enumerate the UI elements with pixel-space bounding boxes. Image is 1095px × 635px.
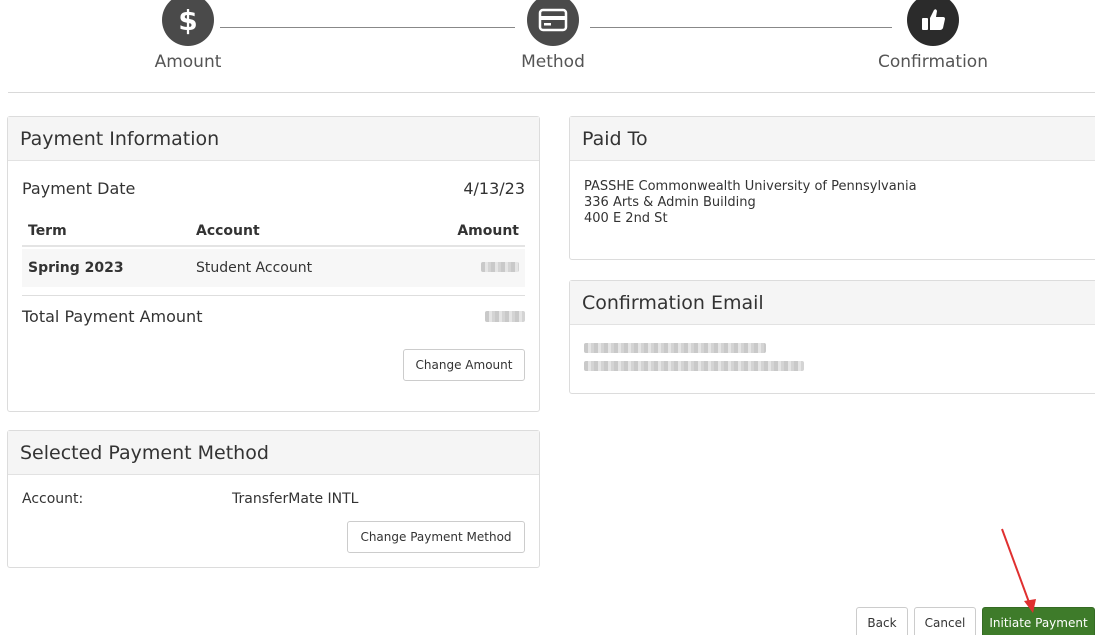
step-method[interactable]: Method	[503, 0, 603, 72]
payee-name: PASSHE Commonwealth University of Pennsy…	[584, 179, 917, 194]
column-header-amount: Amount	[457, 223, 519, 239]
account-cell: Student Account	[196, 260, 313, 276]
panel-title: Paid To	[570, 117, 1095, 161]
panel-title: Confirmation Email	[570, 281, 1095, 325]
email-redacted	[584, 343, 766, 353]
payment-date-label: Payment Date	[22, 179, 136, 198]
svg-text:$: $	[178, 5, 197, 35]
total-payment-row: Total Payment Amount	[22, 307, 525, 326]
thumbs-up-icon	[907, 0, 959, 46]
payment-information-panel: Payment Information Payment Date 4/13/23…	[7, 116, 540, 412]
annotation-arrow-icon	[1001, 528, 1036, 613]
payment-date-row: Payment Date 4/13/23	[22, 179, 525, 198]
payment-date-value: 4/13/23	[463, 179, 525, 198]
term-cell: Spring 2023	[28, 260, 124, 276]
credit-card-icon	[527, 0, 579, 46]
change-amount-button[interactable]: Change Amount	[403, 349, 525, 381]
total-payment-label: Total Payment Amount	[22, 307, 203, 326]
paid-to-panel: Paid To PASSHE Commonwealth University o…	[569, 116, 1095, 260]
stepper-connector	[590, 27, 892, 28]
table-header: Term Account Amount	[22, 217, 525, 247]
back-button[interactable]: Back	[856, 607, 908, 635]
payment-method-account-row: Account: TransferMate INTL	[22, 491, 525, 507]
table-row: Spring 2023 Student Account	[22, 249, 525, 287]
email-list-redacted	[584, 343, 804, 379]
column-header-account: Account	[196, 223, 260, 239]
panel-title: Payment Information	[8, 117, 539, 161]
cancel-button[interactable]: Cancel	[914, 607, 976, 635]
total-payment-value-redacted	[485, 307, 525, 326]
payee-address-line-1: 336 Arts & Admin Building	[584, 195, 756, 210]
step-label: Amount	[154, 52, 222, 72]
payee-address-line-2: 400 E 2nd St	[584, 211, 668, 226]
payment-stepper: $ Amount Method Confirmation	[0, 0, 1095, 93]
dollar-icon: $	[162, 0, 214, 46]
step-label: Method	[521, 52, 585, 72]
step-amount[interactable]: $ Amount	[138, 0, 238, 72]
column-header-term: Term	[28, 223, 67, 239]
step-confirmation[interactable]: Confirmation	[858, 0, 1008, 72]
account-label: Account:	[22, 491, 84, 507]
selected-payment-method-panel: Selected Payment Method Account: Transfe…	[7, 430, 540, 568]
account-value: TransferMate INTL	[232, 491, 359, 507]
stepper-divider	[8, 92, 1095, 93]
panel-title: Selected Payment Method	[8, 431, 539, 475]
confirmation-email-panel: Confirmation Email	[569, 280, 1095, 394]
initiate-payment-button[interactable]: Initiate Payment	[982, 607, 1095, 635]
change-payment-method-button[interactable]: Change Payment Method	[347, 521, 525, 553]
table-divider	[22, 295, 525, 296]
amount-cell-redacted	[481, 260, 519, 276]
payee-address: PASSHE Commonwealth University of Pennsy…	[584, 179, 917, 227]
stepper-connector	[220, 27, 515, 28]
email-redacted	[584, 361, 804, 371]
step-label: Confirmation	[878, 52, 988, 72]
